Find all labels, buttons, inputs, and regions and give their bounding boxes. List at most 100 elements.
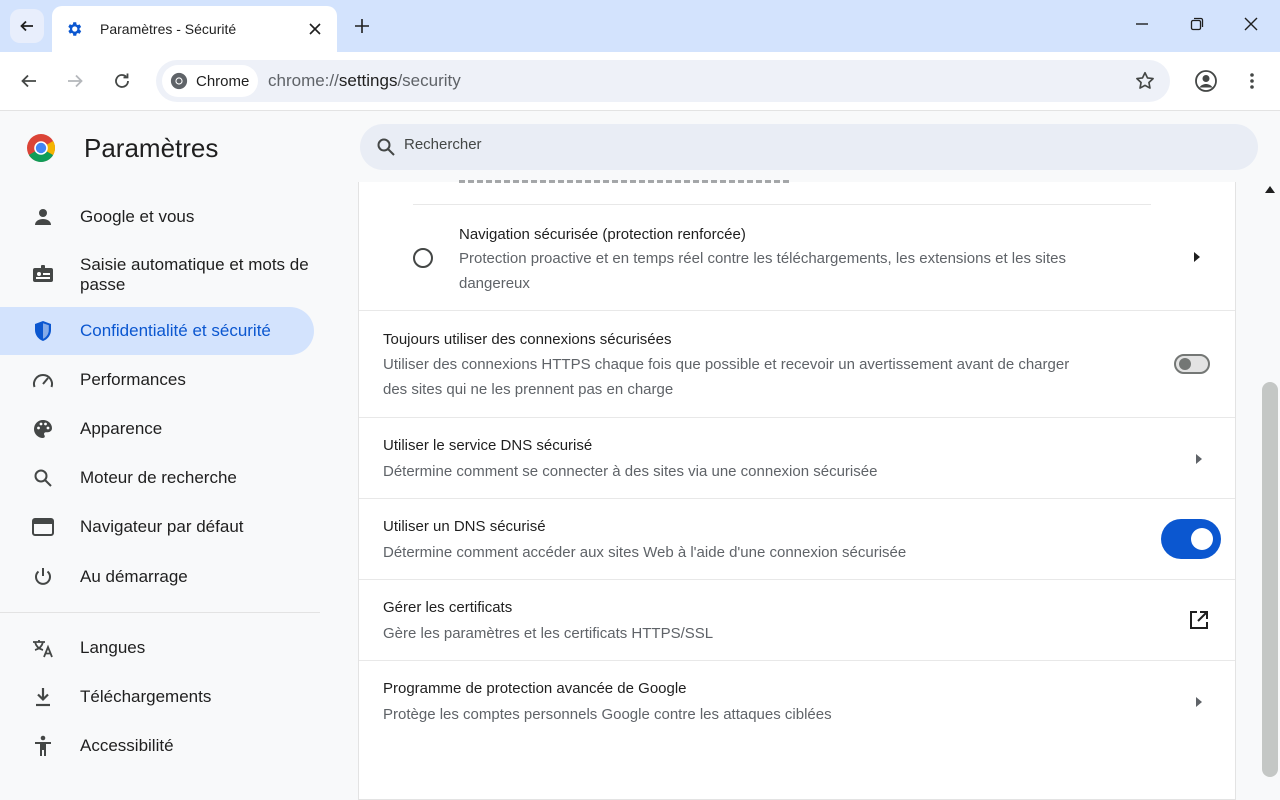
row-description-cont: des sites qui ne les prennent pas en cha… [383,381,674,398]
close-window-button[interactable] [1237,12,1265,36]
autofill-icon [31,262,55,286]
new-tab-button[interactable] [350,14,374,38]
close-icon [1244,17,1258,31]
accessibility-icon [31,734,55,758]
arrow-left-icon [20,20,33,32]
plus-icon [355,19,369,33]
person-icon [31,205,55,229]
chrome-logo-icon [27,134,55,162]
sidebar-item-label: Langues [80,638,146,657]
option-description-cont: dangereux [459,275,530,292]
secure-dns-toggle[interactable] [1161,519,1221,559]
row-description: Détermine comment se connecter à des sit… [383,463,878,480]
arrow-right-icon [1196,454,1202,464]
sidebar-item-telechargements[interactable]: Téléchargements [0,673,314,721]
profile-button[interactable] [1190,65,1222,97]
site-info-chip[interactable]: Chrome [162,65,258,97]
reload-button[interactable] [106,65,138,97]
option-title: Navigation sécurisée (protection renforc… [459,226,746,243]
sidebar-item-label: Performances [80,370,186,389]
scrollbar-thumb[interactable] [1262,382,1278,777]
toggle-knob [1179,358,1191,370]
option-description: Protection proactive et en temps réel co… [459,250,1066,267]
row-advanced-protection[interactable]: Programme de protection avancée de Googl… [359,660,1235,741]
sidebar-item-moteur-recherche[interactable]: Moteur de recherche [0,454,314,502]
minimize-icon [1136,23,1148,25]
sidebar-item-label: Au démarrage [80,567,188,586]
sidebar-item-google-et-vous[interactable]: Google et vous [0,193,314,241]
security-settings-card: Navigation sécurisée (protection renforc… [358,180,1236,800]
shield-icon [31,319,55,343]
tab-search-button[interactable] [10,9,44,43]
sidebar-item-label: Confidentialité et sécurité [80,321,271,340]
open-in-new-icon[interactable] [1188,609,1210,631]
power-icon [31,565,55,589]
arrow-right-icon [1194,252,1200,262]
row-secure-dns-service[interactable]: Utiliser le service DNS sécurisé Détermi… [359,417,1235,498]
translate-icon [31,636,55,660]
page-title: Paramètres [84,133,219,163]
account-icon [1195,70,1217,92]
minimize-button[interactable] [1128,12,1156,36]
settings-search[interactable] [360,124,1258,170]
forward-button[interactable] [59,65,91,97]
search-icon [31,466,55,490]
bookmark-star-icon[interactable] [1134,70,1156,92]
sidebar-item-privacy-security[interactable]: Confidentialité et sécurité [0,307,314,355]
sidebar-item-performances[interactable]: Performances [0,356,314,404]
row-manage-certificates[interactable]: Gérer les certificats Gère les paramètre… [359,579,1235,660]
sidebar-item-label: Moteur de recherche [80,468,237,487]
scrollbar[interactable] [1260,182,1280,800]
row-title: Utiliser le service DNS sécurisé [383,437,593,454]
row-title: Gérer les certificats [383,599,513,616]
arrow-right-icon [68,74,83,88]
reload-icon [115,73,129,88]
sidebar-item-navigateur-defaut[interactable]: Navigateur par défaut [0,503,314,551]
row-title: Programme de protection avancée de Googl… [383,680,687,697]
sidebar-item-label: Téléchargements [80,687,212,706]
sidebar-item-label: Accessibilité [80,736,174,755]
arrow-right-icon [1196,697,1202,707]
sidebar-item-label: Saisie automatique et mots de passe [80,255,309,294]
more-vert-icon [1250,73,1254,89]
row-title: Toujours utiliser des connexions sécuris… [383,331,672,348]
sidebar-item-label: Navigateur par défaut [80,517,244,536]
download-icon [31,685,55,709]
sidebar-item-label: Google et vous [80,207,195,226]
tab-settings-security[interactable]: Paramètres - Sécurité [52,6,337,52]
clipped-text-fragment [459,178,789,186]
speedometer-icon [31,368,55,392]
sidebar-item-label: Apparence [80,419,163,438]
https-toggle[interactable] [1174,354,1210,374]
sidebar-divider [0,612,320,613]
close-tab-icon[interactable] [305,19,325,39]
radio-option-enhanced-protection[interactable]: Navigation sécurisée (protection renforc… [359,205,1235,311]
radio-button[interactable] [413,248,433,268]
address-bar[interactable]: Chrome chrome://settings/security [156,60,1170,102]
row-always-https: Toujours utiliser des connexions sécuris… [359,310,1235,417]
arrow-left-icon [21,74,36,88]
restore-icon [1190,17,1204,31]
scroll-up-arrow-icon[interactable] [1265,186,1275,193]
row-description: Protège les comptes personnels Google co… [383,706,832,723]
palette-icon [31,417,55,441]
chip-label: Chrome [196,72,250,90]
row-description: Gère les paramètres et les certificats H… [383,625,714,642]
sidebar-item-apparence[interactable]: Apparence [0,405,314,453]
back-button[interactable] [13,65,45,97]
url-text: chrome://settings/security [268,71,461,90]
tab-title: Paramètres - Sécurité [100,21,237,37]
sidebar-item-langues[interactable]: Langues [0,624,314,672]
sidebar-item-accessibilite[interactable]: Accessibilité [0,722,314,770]
menu-button[interactable] [1236,65,1268,97]
search-input[interactable] [404,136,1204,153]
row-description: Détermine comment accéder aux sites Web … [383,544,907,561]
toggle-knob [1191,528,1213,550]
search-icon [377,138,395,156]
toolbar: Chrome chrome://settings/security [0,52,1280,111]
row-secure-dns: Utiliser un DNS sécurisé Détermine comme… [359,498,1235,579]
tab-strip: Paramètres - Sécurité [0,0,1280,52]
sidebar-item-autofill[interactable]: Saisie automatique et mots de passe [0,250,314,298]
restore-button[interactable] [1183,12,1211,36]
sidebar-item-demarrage[interactable]: Au démarrage [0,553,314,601]
